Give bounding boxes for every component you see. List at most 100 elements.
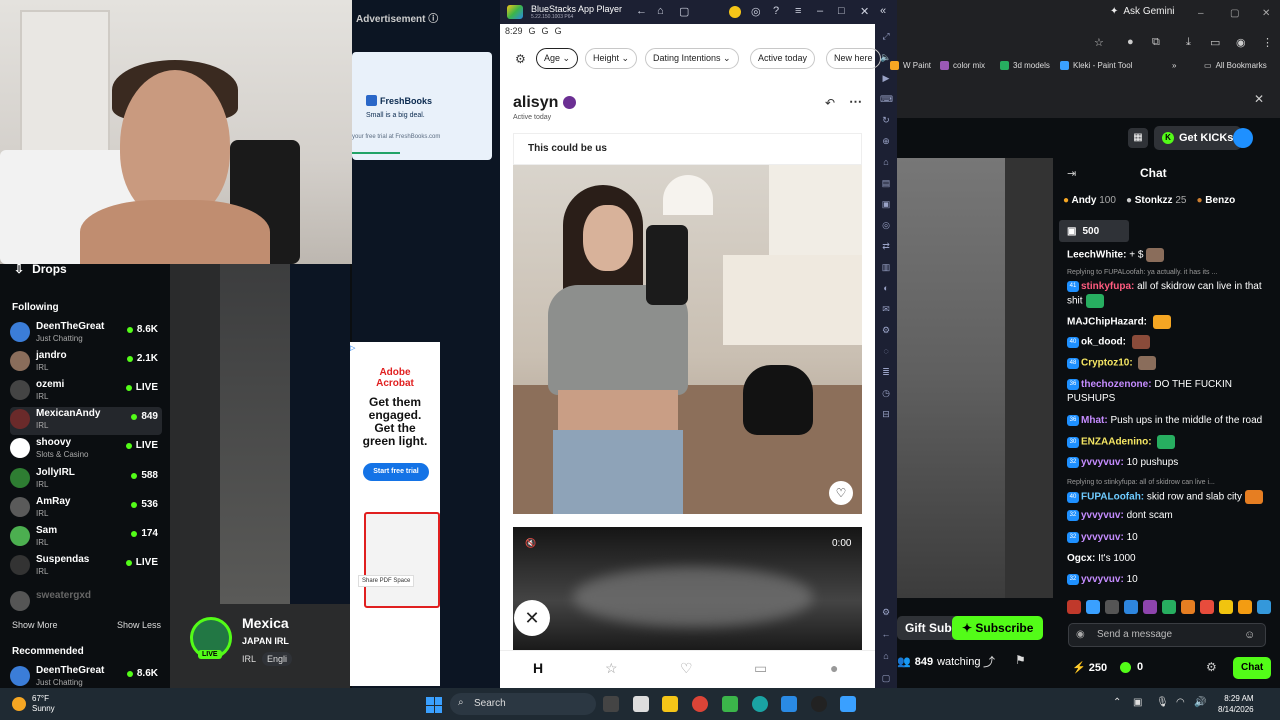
- chat-username[interactable]: LeechWhite:: [1067, 250, 1126, 261]
- bluestacks-tool-icon[interactable]: ◎: [880, 219, 892, 231]
- chrome-menu-icon[interactable]: ⋮: [1262, 36, 1273, 49]
- reading-list-icon[interactable]: ▭: [1210, 36, 1220, 49]
- bluestacks-tool-icon[interactable]: ⊕: [880, 135, 892, 147]
- chat-username[interactable]: yvvyvuv:: [1081, 510, 1124, 521]
- bluestacks-tool-icon[interactable]: ⌂: [880, 156, 892, 168]
- filter-pill[interactable]: Dating Intentions ⌄: [645, 48, 739, 69]
- mute-icon[interactable]: 🔇: [525, 538, 536, 549]
- channel-name[interactable]: Mexica: [242, 615, 289, 631]
- ad-choices-icon[interactable]: ▷: [350, 344, 358, 352]
- chat-username[interactable]: MAJChipHazard:: [1067, 317, 1147, 328]
- report-flag-icon[interactable]: ⚑: [1015, 653, 1026, 667]
- chat-message[interactable]: 30 ENZAAdenino:: [1067, 435, 1272, 450]
- bookmark-star-icon[interactable]: ☆: [1094, 36, 1104, 49]
- more-bookmarks-icon[interactable]: »: [1172, 61, 1176, 70]
- all-bookmarks[interactable]: ▭ All Bookmarks: [1204, 61, 1267, 70]
- maximize-icon[interactable]: □: [838, 5, 845, 17]
- bluestacks-nav-icon[interactable]: ⌂: [880, 650, 892, 662]
- chat-username[interactable]: FUPALoofah:: [1081, 492, 1144, 503]
- bluestacks-tool-icon[interactable]: ◌: [880, 345, 892, 357]
- standouts-star-icon[interactable]: ☆: [605, 660, 618, 677]
- gift-amount-pill[interactable]: ▣ 500: [1059, 220, 1129, 242]
- chat-message[interactable]: LeechWhite: + $: [1067, 248, 1272, 263]
- like-heart-button[interactable]: ♡: [829, 481, 853, 505]
- bluestacks-nav-icon[interactable]: ▢: [880, 672, 892, 684]
- bluestacks-tool-icon[interactable]: ✉: [880, 303, 892, 315]
- bluestacks-tool-icon[interactable]: ▶: [880, 72, 892, 84]
- share-icon[interactable]: ⤴: [983, 653, 995, 670]
- bluestacks-tool-icon[interactable]: ⤢: [880, 30, 892, 42]
- file-explorer-icon[interactable]: [662, 696, 678, 712]
- stream-video-right[interactable]: [897, 158, 1053, 598]
- chat-username[interactable]: yvvyvuv:: [1081, 532, 1124, 543]
- undo-icon[interactable]: ↶: [825, 96, 835, 110]
- share-pdf-button[interactable]: Share PDF Space: [358, 575, 415, 587]
- chat-message[interactable]: 36 thechozenone: DO THE FUCKIN PUSHUPS: [1067, 378, 1272, 406]
- chat-message[interactable]: Replying to stinkyfupa: all of skidrow c…: [1067, 476, 1272, 505]
- show-less-button[interactable]: Show Less: [117, 620, 161, 630]
- chat-username[interactable]: yvvyvuv:: [1081, 457, 1124, 468]
- bluestacks-tool-icon[interactable]: ▣: [880, 198, 892, 210]
- profile-avatar-icon[interactable]: ●: [830, 660, 838, 676]
- top-gifter[interactable]: ● Andy 100: [1063, 195, 1116, 206]
- user-avatar[interactable]: [1233, 128, 1253, 148]
- send-message-input[interactable]: Send a message: [1068, 623, 1266, 647]
- messages-icon[interactable]: ▭: [754, 660, 767, 677]
- tray-app-icon[interactable]: ▣: [1133, 697, 1142, 708]
- sidebar-channel[interactable]: JollyIRL IRL 588: [10, 466, 162, 494]
- chat-message[interactable]: 32 yvvyvuv: 10: [1067, 573, 1272, 587]
- bluestacks-nav-icon[interactable]: ←: [880, 628, 892, 640]
- more-options-icon[interactable]: ⋯: [849, 94, 862, 110]
- bluestacks-tool-icon[interactable]: ⇄: [880, 240, 892, 252]
- bluestacks-tool-icon[interactable]: ◷: [880, 387, 892, 399]
- bookmark[interactable]: Kleki - Paint Tool: [1060, 61, 1132, 70]
- sidebar-channel[interactable]: sweatergxd: [10, 589, 162, 617]
- tray-chevron-icon[interactable]: ⌃: [1113, 697, 1121, 708]
- weather-widget[interactable]: 67°F Sunny: [12, 694, 55, 714]
- minimize-icon[interactable]: –: [1198, 8, 1204, 19]
- start-free-trial-button[interactable]: Start free trial: [363, 463, 429, 481]
- emote-bar[interactable]: [1067, 600, 1271, 614]
- show-more-button[interactable]: Show More: [12, 620, 58, 630]
- notepad-icon[interactable]: [633, 696, 649, 712]
- wifi-icon[interactable]: ◠: [1176, 697, 1185, 708]
- home-icon[interactable]: ⌂: [657, 5, 664, 17]
- chat-message[interactable]: MAJChipHazard:: [1067, 315, 1272, 330]
- bluestacks-icon[interactable]: [722, 696, 738, 712]
- ask-gemini-button[interactable]: ✦ Ask Gemini: [1110, 6, 1175, 17]
- sidebar-channel[interactable]: ozemi IRL LIVE: [10, 378, 162, 406]
- restore-icon[interactable]: ▢: [1230, 8, 1239, 19]
- emoji-picker-icon[interactable]: ☺: [1244, 629, 1255, 641]
- coin-icon[interactable]: [729, 6, 741, 18]
- collapse-chat-icon[interactable]: ⇥: [1067, 167, 1076, 180]
- chat-send-button[interactable]: Chat: [1233, 657, 1272, 679]
- sidebar-channel[interactable]: Suspendas IRL LIVE: [10, 553, 162, 581]
- chat-message[interactable]: 48 Cryptoz10:: [1067, 356, 1272, 371]
- back-icon[interactable]: ←: [636, 5, 647, 17]
- sidebar-channel[interactable]: DeenTheGreat Just Chatting 8.6K: [10, 320, 162, 348]
- profile-video[interactable]: [513, 527, 862, 650]
- filter-pill[interactable]: New here: [826, 48, 881, 69]
- subscribe-button[interactable]: ✦ Subscribe: [952, 616, 1044, 640]
- profile-photo[interactable]: [513, 165, 862, 514]
- layout-icon[interactable]: ▦: [1128, 128, 1148, 148]
- close-icon[interactable]: ✕: [1262, 8, 1270, 19]
- volume-icon[interactable]: 🔊: [1194, 697, 1206, 708]
- freshbooks-ad[interactable]: [352, 52, 492, 160]
- close-icon[interactable]: ✕: [860, 5, 869, 18]
- minimize-icon[interactable]: –: [817, 5, 823, 17]
- skip-x-button[interactable]: ✕: [514, 600, 550, 636]
- chat-username[interactable]: ok_dood:: [1081, 337, 1126, 348]
- channel-points[interactable]: ⚡ 250: [1072, 661, 1107, 674]
- download-icon[interactable]: ⤓: [1186, 36, 1191, 49]
- bluestacks-tool-icon[interactable]: ↻: [880, 114, 892, 126]
- extension-icon[interactable]: ●: [1127, 36, 1134, 48]
- task-view-icon[interactable]: [603, 696, 619, 712]
- filter-sliders-icon[interactable]: ⚙: [515, 52, 526, 66]
- category-link[interactable]: IRL: [242, 654, 256, 664]
- windows-start-icon[interactable]: [426, 697, 442, 713]
- account-icon[interactable]: ◎: [751, 5, 761, 18]
- collapse-icon[interactable]: «: [880, 5, 886, 17]
- chat-message[interactable]: Ogcx: It's 1000: [1067, 552, 1272, 566]
- chat-message[interactable]: Replying to FUPALoofah: ya actually. it …: [1067, 266, 1272, 309]
